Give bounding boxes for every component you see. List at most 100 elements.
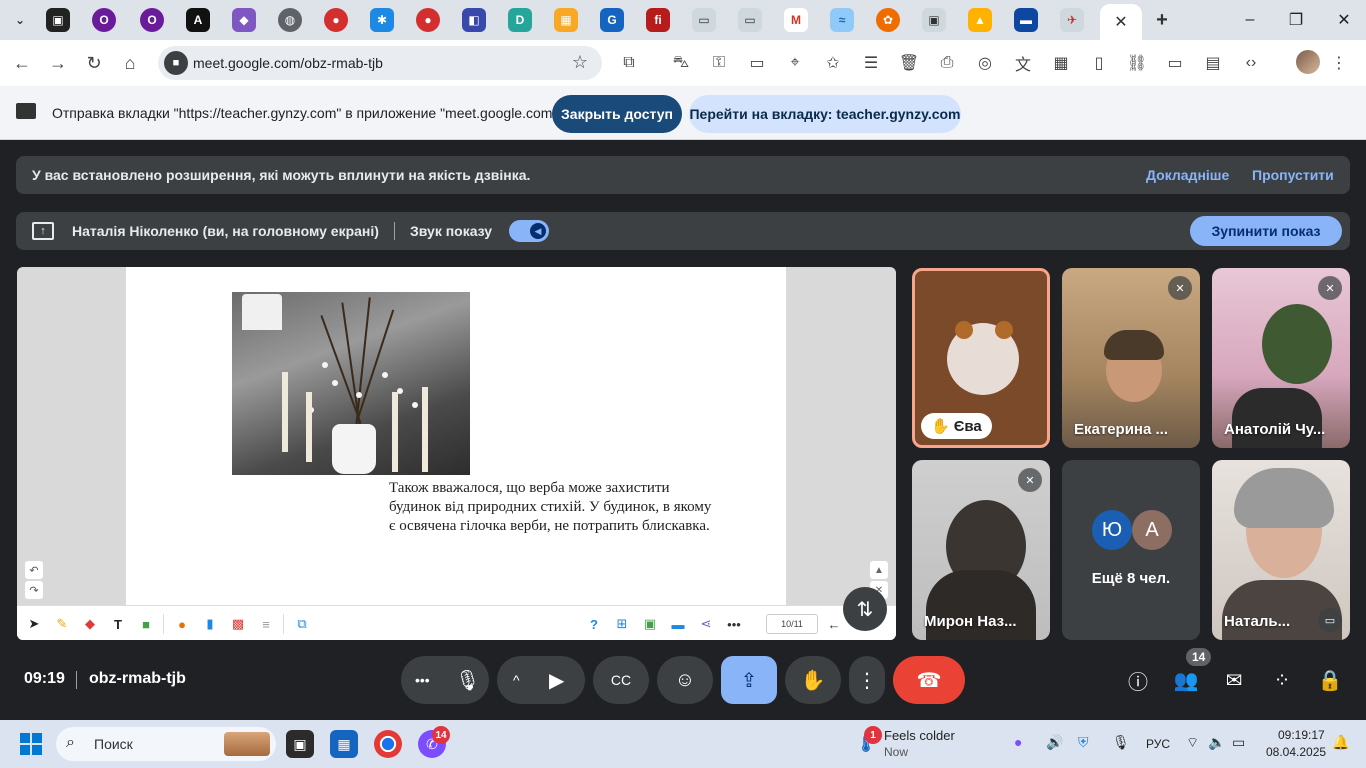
new-tab-icon[interactable]: + (1150, 8, 1174, 32)
tab-favicon-10[interactable]: ◧ (462, 8, 486, 32)
warning-details-link[interactable]: Докладніше (1146, 167, 1229, 183)
participant-tile[interactable]: ✕ Екатерина ... (1062, 268, 1200, 448)
presentation-sound-toggle[interactable]: ◀ (509, 220, 549, 242)
present-button[interactable]: ⇪ (721, 656, 777, 704)
trash-icon[interactable]: 🗑 (898, 52, 920, 74)
bookmark-star-icon[interactable]: ☆ (572, 52, 588, 73)
text-tool-icon[interactable]: T (109, 615, 127, 633)
redo-icon[interactable]: ↷ (25, 581, 43, 599)
chat-icon[interactable]: ✉ (1220, 666, 1248, 694)
start-icon[interactable] (20, 733, 42, 755)
store-icon[interactable]: ▦ (330, 730, 358, 758)
chrome-icon[interactable] (374, 730, 402, 758)
battery-icon[interactable]: ▭ (1232, 734, 1245, 751)
stop-access-button[interactable]: Закрыть доступ (552, 95, 682, 133)
tab-favicon-17[interactable]: M (784, 8, 808, 32)
participant-tile[interactable]: ▭ Наталь... (1212, 460, 1350, 640)
image-add-icon[interactable]: ▣ (641, 615, 659, 633)
minimize-icon[interactable]: – (1232, 8, 1268, 32)
screen-icon[interactable]: ⧉ (293, 615, 311, 633)
location-icon[interactable]: ⌖ (784, 52, 806, 74)
page-indicator[interactable]: 10/11 (766, 614, 818, 634)
tab-favicon-16[interactable]: ▭ (738, 8, 762, 32)
profile-avatar[interactable] (1296, 50, 1320, 74)
link-icon[interactable]: ⛓ (1126, 52, 1148, 74)
active-tab-close-icon[interactable]: ✕ (1100, 4, 1142, 40)
address-url[interactable]: meet.google.com/obz-rmab-tjb (193, 55, 383, 71)
tab-search-button[interactable]: ⌄ (8, 8, 32, 32)
undo-icon[interactable]: ↶ (25, 561, 43, 579)
volume-tray-icon[interactable]: 🔊 (1046, 734, 1063, 751)
goto-tab-button[interactable]: Перейти на вкладку: teacher.gynzy.com (689, 95, 961, 133)
tab-favicon-12[interactable]: ▦ (554, 8, 578, 32)
tab-favicon-18[interactable]: ≈ (830, 8, 854, 32)
maximize-icon[interactable]: ❐ (1278, 8, 1314, 32)
folder-icon[interactable]: ▬ (669, 615, 687, 633)
notifications-icon[interactable]: 🔔 (1332, 734, 1349, 751)
palette-icon[interactable]: ● (173, 615, 191, 633)
tab-favicon-7[interactable]: ● (324, 8, 348, 32)
wifi-icon[interactable]: ⌔ (1186, 734, 1199, 752)
tab-favicon-15[interactable]: ▭ (692, 8, 716, 32)
swap-layout-icon[interactable]: ⇅ (843, 587, 887, 631)
more-dots-icon[interactable]: ••• (725, 615, 743, 633)
translate-icon[interactable]: 文 (1012, 52, 1034, 74)
captions-button[interactable]: CC (593, 656, 649, 704)
prev-page-icon[interactable]: ← (825, 615, 843, 633)
task-view-icon[interactable]: ▣ (286, 730, 314, 758)
extensions-icon[interactable]: ⧉ (618, 52, 640, 74)
microphone-tray-icon[interactable]: 🎙 (1112, 734, 1130, 751)
scroll-up-icon[interactable]: ▲ (870, 561, 888, 579)
tab-favicon-8[interactable]: ✱ (370, 8, 394, 32)
participant-tile[interactable]: ✋ Єва (912, 268, 1050, 448)
notes-icon[interactable]: ☰ (860, 52, 882, 74)
home-icon[interactable]: ⌂ (118, 51, 142, 75)
tab-favicon-23[interactable]: ✈ (1060, 8, 1084, 32)
end-call-button[interactable]: ☎ (893, 656, 965, 704)
stop-presenting-button[interactable]: Зупинити показ (1190, 216, 1342, 246)
speaker-icon[interactable]: 🔈 (1208, 734, 1225, 751)
pencil-icon[interactable]: ✎ (53, 615, 71, 633)
tab-favicon-3[interactable]: O (140, 8, 164, 32)
host-controls-icon[interactable]: 🔒 (1316, 666, 1344, 694)
shapes-icon[interactable]: ■ (137, 615, 155, 633)
microphone-icon[interactable]: 🎙 (455, 668, 480, 693)
widgets-icon[interactable]: ▩ (229, 615, 247, 633)
emoji-button[interactable]: ☺ (657, 656, 713, 704)
lines-icon[interactable]: ≡ (257, 615, 275, 633)
card-icon[interactable]: ▭ (746, 52, 768, 74)
tab-favicon-22[interactable]: ▬ (1014, 8, 1038, 32)
qr-code-icon[interactable]: ▦ (1050, 52, 1072, 74)
camera-icon[interactable]: ▶ (549, 668, 564, 693)
viber-tray-icon[interactable]: ● (1014, 734, 1022, 750)
meeting-info-icon[interactable]: ⓘ (1124, 666, 1152, 694)
participant-tile[interactable]: ✕ Анатолій Чу... (1212, 268, 1350, 448)
tab-favicon-4[interactable]: A (186, 8, 210, 32)
tab-favicon-13[interactable]: G (600, 8, 624, 32)
address-bar[interactable]: ■ meet.google.com/obz-rmab-tjb ☆ (158, 46, 602, 80)
share-icon[interactable]: ⋖ (697, 615, 715, 633)
clock-time[interactable]: 09:19:17 (1278, 728, 1325, 742)
devtools-icon[interactable]: ‹› (1240, 52, 1262, 74)
tab-favicon-19[interactable]: ✿ (876, 8, 900, 32)
pointer-icon[interactable]: ➤ (25, 615, 43, 633)
back-icon[interactable]: ← (10, 51, 34, 75)
tab-favicon-21[interactable]: ▲ (968, 8, 992, 32)
tab-favicon-14[interactable]: fi (646, 8, 670, 32)
picture-in-picture-icon[interactable]: ▭ (1318, 608, 1342, 632)
mic-options-icon[interactable]: ••• (415, 672, 430, 688)
clock-date[interactable]: 08.04.2025 (1266, 745, 1326, 759)
more-participants-tile[interactable]: Ю А Ещё 8 чел. (1062, 460, 1200, 640)
tab-favicon-1[interactable]: ▣ (46, 8, 70, 32)
reading-mode-icon[interactable]: ▯ (1088, 52, 1110, 74)
tab-favicon-11[interactable]: D (508, 8, 532, 32)
key-icon[interactable]: ⚿ (708, 52, 730, 74)
warning-skip-link[interactable]: Пропустити (1252, 167, 1334, 183)
add-slide-icon[interactable]: ⊞ (613, 615, 631, 633)
participant-tile[interactable]: ✕ Мирон Наз... (912, 460, 1050, 640)
car-icon[interactable]: ⛍ (670, 52, 692, 74)
tab-favicon-2[interactable]: O (92, 8, 116, 32)
star-list-icon[interactable]: ✩ (822, 52, 844, 74)
menu-kebab-icon[interactable]: ⋮ (1328, 52, 1350, 74)
activities-icon[interactable]: ⁘ (1268, 666, 1296, 694)
